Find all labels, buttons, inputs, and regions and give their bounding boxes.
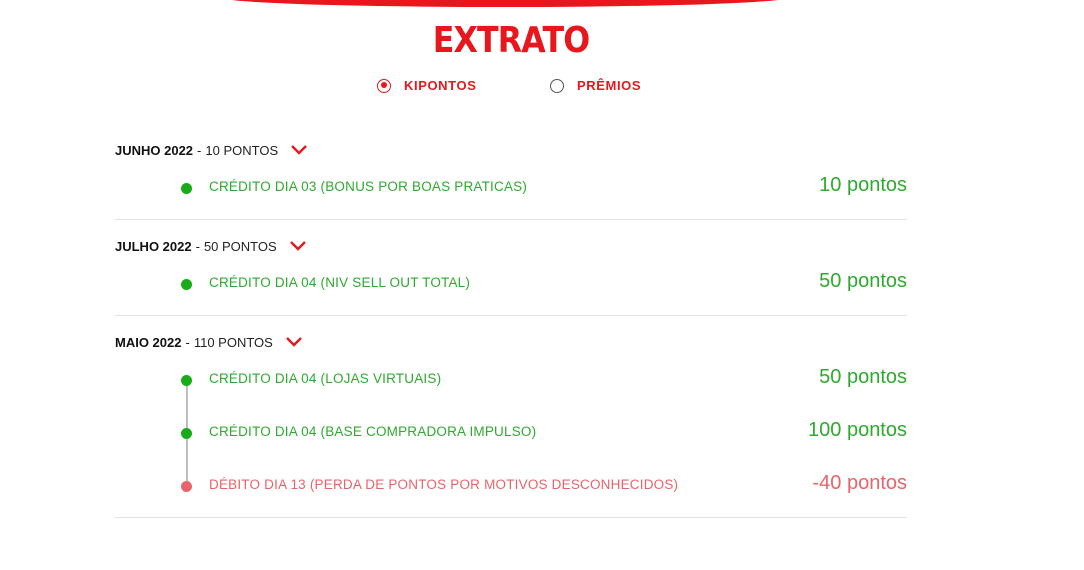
transaction-points: -40 pontos [812, 472, 907, 494]
month-header-toggle[interactable]: JUNHO 2022 - 10 PONTOS [115, 138, 907, 162]
transaction-timeline: CRÉDITO DIA 04 (LOJAS VIRTUAIS) 50 ponto… [115, 354, 907, 513]
statement-type-filter: KIPONTOS PRÊMIOS [0, 78, 1084, 98]
header-arc-decoration [222, 0, 788, 7]
radio-kipontos[interactable]: KIPONTOS [377, 78, 476, 93]
debit-dot-icon [181, 481, 192, 492]
credit-dot-icon [181, 375, 192, 386]
transaction-points: 50 pontos [819, 270, 907, 292]
transaction-description: CRÉDITO DIA 04 (LOJAS VIRTUAIS) [209, 371, 442, 386]
month-total-points: 10 PONTOS [205, 142, 279, 158]
month-name: JULHO 2022 [115, 238, 192, 254]
month-header-toggle[interactable]: JULHO 2022 - 50 PONTOS [115, 234, 907, 258]
chevron-down-icon[interactable] [285, 336, 303, 348]
month-section-julho-2022: JULHO 2022 - 50 PONTOS CRÉDITO DIA 04 (N… [115, 234, 907, 316]
transaction-points: 10 pontos [819, 174, 907, 196]
page-title: EXTRATO [432, 20, 590, 61]
radio-premios[interactable]: PRÊMIOS [550, 78, 641, 93]
transaction-description: CRÉDITO DIA 04 (BASE COMPRADORA IMPULSO) [209, 424, 537, 439]
month-total-points: 110 PONTOS [193, 334, 273, 350]
chevron-down-icon[interactable] [290, 144, 308, 156]
transaction-description: DÉBITO DIA 13 (PERDA DE PONTOS POR MOTIV… [209, 477, 679, 492]
radio-label-premios[interactable]: PRÊMIOS [577, 78, 641, 93]
month-total-points: 50 PONTOS [203, 238, 277, 254]
radio-label-kipontos[interactable]: KIPONTOS [404, 78, 476, 93]
month-name: MAIO 2022 [115, 334, 182, 350]
month-separator: - [195, 238, 200, 254]
transaction-entry: CRÉDITO DIA 04 (BASE COMPRADORA IMPULSO)… [115, 407, 907, 460]
credit-dot-icon [181, 183, 192, 194]
transaction-entry: CRÉDITO DIA 04 (NIV SELL OUT TOTAL) 50 p… [115, 258, 907, 311]
transaction-description: CRÉDITO DIA 03 (BONUS POR BOAS PRATICAS) [209, 179, 528, 194]
transaction-description: CRÉDITO DIA 04 (NIV SELL OUT TOTAL) [209, 275, 471, 290]
credit-dot-icon [181, 428, 192, 439]
radio-button-selected-icon[interactable] [377, 78, 391, 93]
transaction-points: 100 pontos [808, 419, 907, 441]
section-divider [115, 315, 907, 316]
month-separator: - [185, 334, 190, 350]
chevron-down-icon[interactable] [289, 240, 307, 252]
radio-button-unselected-icon[interactable] [550, 78, 564, 93]
month-section-maio-2022: MAIO 2022 - 110 PONTOS CRÉDITO DIA 04 (L… [115, 330, 907, 518]
transaction-points: 50 pontos [819, 366, 907, 388]
section-divider [115, 517, 907, 518]
month-name: JUNHO 2022 [115, 142, 194, 158]
credit-dot-icon [181, 279, 192, 290]
section-divider [115, 219, 907, 220]
month-header-toggle[interactable]: MAIO 2022 - 110 PONTOS [115, 330, 907, 354]
transaction-entry: DÉBITO DIA 13 (PERDA DE PONTOS POR MOTIV… [115, 460, 907, 513]
transaction-entry: CRÉDITO DIA 03 (BONUS POR BOAS PRATICAS)… [115, 162, 907, 215]
transaction-entry: CRÉDITO DIA 04 (LOJAS VIRTUAIS) 50 ponto… [115, 354, 907, 407]
month-separator: - [197, 142, 202, 158]
month-section-junho-2022: JUNHO 2022 - 10 PONTOS CRÉDITO DIA 03 (B… [115, 138, 907, 220]
